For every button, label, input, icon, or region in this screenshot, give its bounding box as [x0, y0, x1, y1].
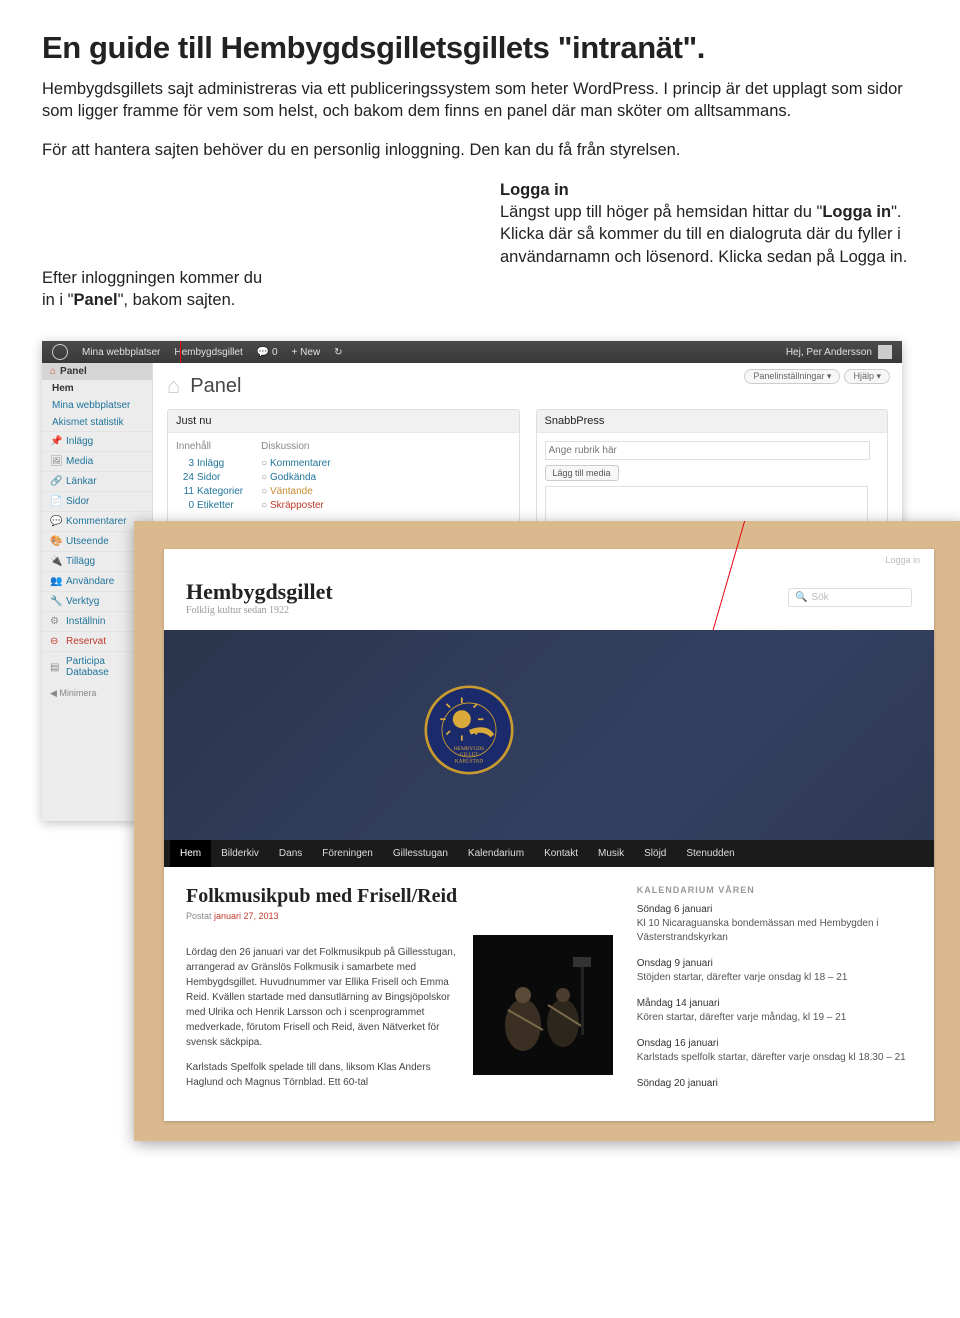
hero-image: HEMBYGDS GILLET KARLSTAD: [164, 630, 934, 840]
discussion-heading: Diskussion: [261, 441, 330, 452]
nav-item-foreningen[interactable]: Föreningen: [312, 840, 383, 867]
sidebar-mina[interactable]: Mina webbplatser: [42, 397, 152, 414]
wordpress-logo-icon[interactable]: [52, 344, 68, 360]
intro-block: Hembygdsgillets sajt administreras via e…: [42, 78, 918, 161]
nav-item-hem[interactable]: Hem: [170, 840, 211, 867]
search-icon: 🔍: [795, 592, 807, 603]
toolbar-mysites[interactable]: Mina webbplatser: [82, 347, 160, 358]
post-title[interactable]: Folkmusikpub med Frisell/Reid: [186, 885, 613, 908]
stat-row[interactable]: Skräpposter: [261, 500, 330, 511]
stat-row[interactable]: 11Kategorier: [176, 486, 243, 497]
nav-item-kalendarium[interactable]: Kalendarium: [458, 840, 534, 867]
post-meta: Postat januari 27, 2013: [186, 911, 613, 921]
post-paragraph: Lördag den 26 januari var det Folkmusikp…: [186, 945, 459, 1050]
post-column: Folkmusikpub med Frisell/Reid Postat jan…: [186, 885, 613, 1103]
nav-item-musik[interactable]: Musik: [588, 840, 634, 867]
snabbpress-head: SnabbPress: [537, 410, 888, 433]
toolbar-greeting[interactable]: Hej, Per Andersson: [786, 347, 872, 358]
database-icon: ▤: [50, 662, 62, 673]
users-icon: 👥: [50, 576, 62, 587]
sidebar-item-media[interactable]: 🖼Media: [42, 451, 152, 471]
club-badge-icon: HEMBYGDS GILLET KARLSTAD: [424, 685, 514, 775]
link-icon: 🔗: [50, 476, 62, 487]
settings-icon: ⚙: [50, 616, 62, 627]
nav-item-bilderkiv[interactable]: Bilderkiv: [211, 840, 269, 867]
sidebar-item-inlagg[interactable]: 📌Inlägg: [42, 431, 152, 451]
sidebar-akismet[interactable]: Akismet statistik: [42, 414, 152, 431]
left-callout: Efter inloggningen kommer du in i "Panel…: [42, 267, 460, 312]
site-title[interactable]: Hembygdsgillet: [186, 579, 333, 605]
event: Måndag 14 januariKören startar, därefter…: [637, 997, 912, 1025]
title-input[interactable]: [545, 441, 871, 460]
stat-row[interactable]: Kommentarer: [261, 458, 330, 469]
intro-p2: För att hantera sajten behöver du en per…: [42, 139, 918, 161]
sidebar-item-sidor[interactable]: 📄Sidor: [42, 491, 152, 511]
pin-icon: 📌: [50, 436, 62, 447]
avatar[interactable]: [878, 345, 892, 359]
site-tagline: Folklig kultur sedan 1922: [186, 605, 333, 616]
toolbar-comments[interactable]: 💬 0: [257, 347, 278, 358]
login-label: Logga in: [500, 181, 569, 199]
media-icon: 🖼: [50, 456, 62, 467]
sidebar-item-lankar[interactable]: 🔗Länkar: [42, 471, 152, 491]
wp-admin-toolbar[interactable]: Mina webbplatser Hembygdsgillet 💬 0 + Ne…: [42, 341, 902, 363]
minus-icon: ⊖: [50, 636, 62, 647]
frontend-screenshot: Logga in Hembygdsgillet Folklig kultur s…: [134, 521, 960, 1141]
toolbar-sitename[interactable]: Hembygdsgillet: [174, 347, 242, 358]
nav-item-dans[interactable]: Dans: [269, 840, 312, 867]
event: Onsdag 16 januariKarlstads spelfolk star…: [637, 1037, 912, 1065]
event: Söndag 6 januariKl 10 Nicaraguanska bond…: [637, 903, 912, 945]
sidebar-column: KALENDARIUM VÅREN Söndag 6 januariKl 10 …: [637, 885, 912, 1103]
login-callout: Logga in Längst upp till höger på hemsid…: [500, 179, 918, 268]
nav-item-kontakt[interactable]: Kontakt: [534, 840, 588, 867]
stat-row[interactable]: Godkända: [261, 472, 330, 483]
stat-row[interactable]: 0Etiketter: [176, 500, 243, 511]
main-nav: Hem Bilderkiv Dans Föreningen Gillesstug…: [164, 840, 934, 867]
comment-icon: 💬: [50, 516, 62, 527]
toolbar-new[interactable]: + New: [292, 347, 321, 358]
svg-text:KARLSTAD: KARLSTAD: [455, 759, 483, 765]
appearance-icon: 🎨: [50, 536, 62, 547]
page-icon: 📄: [50, 496, 62, 507]
stat-row[interactable]: Väntande: [261, 486, 330, 497]
toolbar-refresh-icon[interactable]: ↻: [334, 347, 342, 358]
svg-text:GILLET: GILLET: [460, 752, 480, 758]
sidebar-hem[interactable]: Hem: [42, 380, 152, 397]
search-input[interactable]: 🔍 Sök: [788, 588, 912, 607]
nav-item-gillesstugan[interactable]: Gillesstugan: [383, 840, 458, 867]
plugin-icon: 🔌: [50, 556, 62, 567]
content-heading: Innehåll: [176, 441, 243, 452]
svg-text:HEMBYGDS: HEMBYGDS: [454, 746, 484, 752]
panel-settings-button[interactable]: Panelinställningar ▾: [744, 369, 840, 384]
login-link[interactable]: Logga in: [164, 549, 934, 571]
stat-row[interactable]: 3Inlägg: [176, 458, 243, 469]
event: Onsdag 9 januariStöjden startar, därefte…: [637, 957, 912, 985]
dashboard-home-icon: ⌂: [167, 373, 180, 399]
screenshots-area: Mina webbplatser Hembygdsgillet 💬 0 + Ne…: [42, 341, 918, 1071]
post-paragraph: Karlstads Spelfolk spelade till dans, li…: [186, 1060, 459, 1090]
intro-p1: Hembygdsgillets sajt administreras via e…: [42, 78, 918, 123]
sidebar-heading: KALENDARIUM VÅREN: [637, 885, 912, 895]
nav-item-stenudden[interactable]: Stenudden: [676, 840, 744, 867]
sidebar-panel[interactable]: ⌂Panel: [42, 363, 152, 380]
stat-row[interactable]: 24Sidor: [176, 472, 243, 483]
home-icon: ⌂: [50, 366, 56, 377]
tools-icon: 🔧: [50, 596, 62, 607]
nav-item-slojd[interactable]: Slöjd: [634, 840, 676, 867]
event: Söndag 20 januari: [637, 1077, 912, 1091]
dashboard-title: Panel: [190, 375, 241, 398]
post-date[interactable]: januari 27, 2013: [214, 911, 279, 921]
post-image[interactable]: [473, 935, 613, 1075]
page-title: En guide till Hembygdsgilletsgillets "in…: [42, 30, 918, 66]
help-button[interactable]: Hjälp ▾: [844, 369, 890, 384]
justnu-head: Just nu: [168, 410, 519, 433]
add-media-button[interactable]: Lägg till media: [545, 465, 619, 481]
